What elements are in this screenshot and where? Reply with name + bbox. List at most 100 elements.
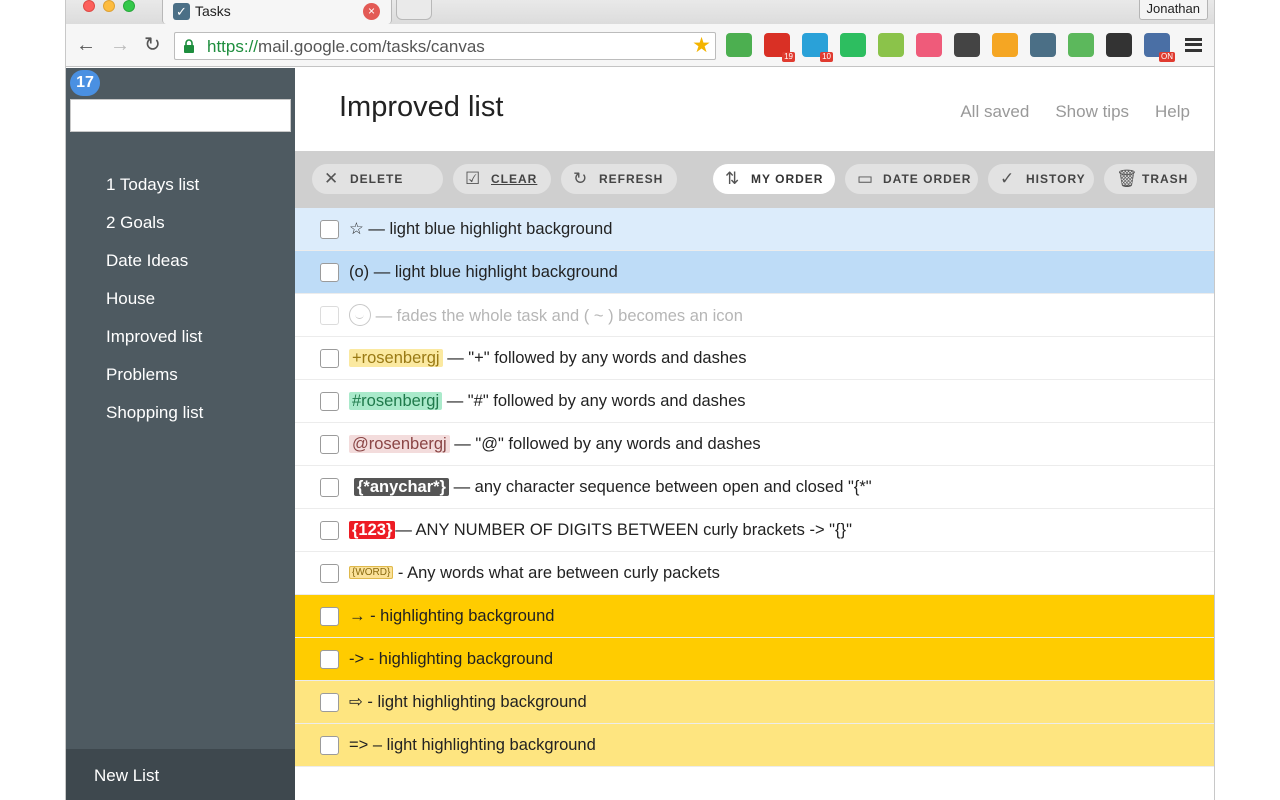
task-checkbox[interactable] [320, 306, 339, 325]
task-row[interactable]: #rosenbergj — "#" followed by any words … [295, 380, 1214, 423]
task-row[interactable]: {*anychar*} — any character sequence bet… [295, 466, 1214, 509]
gear-on-icon[interactable]: ON [1144, 33, 1175, 62]
task-row[interactable]: ☆ — light blue highlight background [295, 208, 1214, 251]
my-order-button[interactable]: ⇅ MY ORDER [713, 164, 835, 194]
help-link[interactable]: Help [1155, 102, 1190, 122]
reload-icon[interactable]: ↻ [144, 34, 161, 56]
task-row[interactable]: — fades the whole task and ( ~ ) becomes… [295, 294, 1214, 337]
refresh-button[interactable]: ↻ REFRESH [561, 164, 677, 194]
task-text[interactable]: {123} — ANY NUMBER OF DIGITS BETWEEN curl… [349, 519, 852, 541]
hamburger-menu-icon[interactable] [1185, 38, 1202, 52]
task-prefix: (o) [349, 263, 370, 281]
check-list-icon[interactable] [878, 33, 904, 57]
search-input[interactable] [70, 99, 291, 132]
delete-button[interactable]: ✕ DELETE [312, 164, 443, 194]
task-text[interactable]: -> - highlighting background [349, 648, 553, 670]
clear-button[interactable]: ☑ CLEAR [453, 164, 551, 194]
forward-icon[interactable]: → [110, 34, 130, 56]
sidebar-list-item[interactable]: House [66, 280, 295, 318]
task-checkbox[interactable] [320, 521, 339, 540]
a-translate-icon[interactable]: 10 [802, 33, 833, 62]
sidebar-list-item[interactable]: Problems [66, 356, 295, 394]
cozy-icon[interactable] [916, 33, 942, 57]
task-row[interactable]: => – light highlighting background [295, 724, 1214, 767]
task-text[interactable]: ⇨ - light highlighting background [349, 691, 587, 713]
task-description: – light highlighting background [368, 736, 596, 754]
task-text[interactable]: #rosenbergj — "#" followed by any words … [349, 390, 746, 412]
task-text[interactable]: => – light highlighting background [349, 734, 596, 756]
extension-badge: ON [1159, 52, 1175, 62]
new-tab-button[interactable] [396, 0, 432, 20]
all-saved-status: All saved [960, 102, 1030, 121]
refresh-label: REFRESH [599, 172, 664, 186]
dark-arrow-icon[interactable] [1106, 33, 1132, 57]
task-text[interactable]: → - highlighting background [349, 605, 554, 627]
task-prefix: -> [349, 650, 365, 668]
evernote-icon[interactable] [840, 33, 866, 57]
task-checkbox[interactable] [320, 220, 339, 239]
close-window-button[interactable] [83, 0, 95, 12]
task-checkbox[interactable] [320, 564, 339, 583]
bookmark-star-icon[interactable]: ★ [692, 34, 711, 58]
back-icon[interactable]: ← [76, 34, 96, 56]
sidebar-list-item[interactable]: 1 Todays list [66, 166, 295, 204]
task-checkbox[interactable] [320, 435, 339, 454]
history-button[interactable]: ✓ HISTORY [988, 164, 1094, 194]
sidebar-list-item[interactable]: 2 Goals [66, 204, 295, 242]
task-row[interactable]: ⇨ - light highlighting background [295, 681, 1214, 724]
browser-tab[interactable]: ✓ Tasks × [162, 0, 392, 24]
profile-button[interactable]: Jonathan [1138, 0, 1208, 20]
sidebar-list-item[interactable]: Improved list [66, 318, 295, 356]
task-lists: 1 Todays list 2 Goals Date Ideas House Impro… [66, 166, 295, 432]
task-row[interactable]: {WORD} - Any words what are between curl… [295, 552, 1214, 595]
task-checkbox[interactable] [320, 349, 339, 368]
task-checkbox[interactable] [320, 650, 339, 669]
task-row[interactable]: -> - highlighting background [295, 638, 1214, 681]
qr-icon[interactable] [726, 33, 752, 57]
task-row[interactable]: (o) — light blue highlight background [295, 251, 1214, 294]
address-bar[interactable]: https://mail.google.com/tasks/canvas ★ [174, 32, 716, 60]
chart-icon[interactable] [992, 33, 1018, 57]
tab-close-icon[interactable]: × [363, 3, 380, 20]
task-checkbox[interactable] [320, 607, 339, 626]
task-count-badge: 17 [70, 70, 100, 96]
minimize-window-button[interactable] [103, 0, 115, 12]
browser-toolbar: ← → ↻ https://mail.google.com/tasks/canv… [66, 24, 1214, 67]
task-text[interactable]: (o) — light blue highlight background [349, 261, 618, 283]
task-row[interactable]: +rosenbergj — "+" followed by any words … [295, 337, 1214, 380]
sidebar-list-item[interactable]: Shopping list [66, 394, 295, 432]
zoom-window-button[interactable] [123, 0, 135, 12]
task-text[interactable]: +rosenbergj — "+" followed by any words … [349, 347, 746, 369]
task-text[interactable]: — fades the whole task and ( ~ ) becomes… [349, 304, 743, 327]
plus-tag: +rosenbergj [349, 349, 443, 367]
main-panel: Improved list All saved Show tips Help ✕… [295, 68, 1214, 800]
task-checkbox[interactable] [320, 736, 339, 755]
task-list: ☆ — light blue highlight background (o) … [295, 208, 1214, 767]
task-checkbox[interactable] [320, 693, 339, 712]
history-label: HISTORY [1026, 172, 1086, 186]
extension-badge: 19 [782, 52, 795, 62]
task-row[interactable]: @rosenbergj — "@" followed by any words … [295, 423, 1214, 466]
task-row[interactable]: {123} — ANY NUMBER OF DIGITS BETWEEN curl… [295, 509, 1214, 552]
pocket-icon[interactable] [954, 33, 980, 57]
task-text[interactable]: ☆ — light blue highlight background [349, 218, 612, 240]
task-description: — "@" followed by any words and dashes [449, 435, 761, 453]
task-description: — light blue highlight background [369, 263, 618, 281]
task-text[interactable]: {WORD} - Any words what are between curl… [349, 562, 720, 584]
green-clock-icon[interactable] [1068, 33, 1094, 57]
extension-badge: 10 [820, 52, 833, 62]
task-checkbox[interactable] [320, 263, 339, 282]
tasks-check-icon[interactable] [1030, 33, 1056, 57]
show-tips-link[interactable]: Show tips [1055, 102, 1129, 122]
task-row[interactable]: → - highlighting background [295, 595, 1214, 638]
task-checkbox[interactable] [320, 478, 339, 497]
task-text[interactable]: @rosenbergj — "@" followed by any words … [349, 433, 761, 455]
new-list-button[interactable]: New List [66, 749, 295, 800]
trash-button[interactable]: 🗑 TRASH [1104, 164, 1197, 194]
sidebar-list-item[interactable]: Date Ideas [66, 242, 295, 280]
puzzle-red-icon[interactable]: 19 [764, 33, 795, 62]
date-order-button[interactable]: ▭ DATE ORDER [845, 164, 978, 194]
task-prefix: => [349, 736, 369, 754]
task-text[interactable]: {*anychar*} — any character sequence bet… [354, 476, 872, 498]
task-checkbox[interactable] [320, 392, 339, 411]
